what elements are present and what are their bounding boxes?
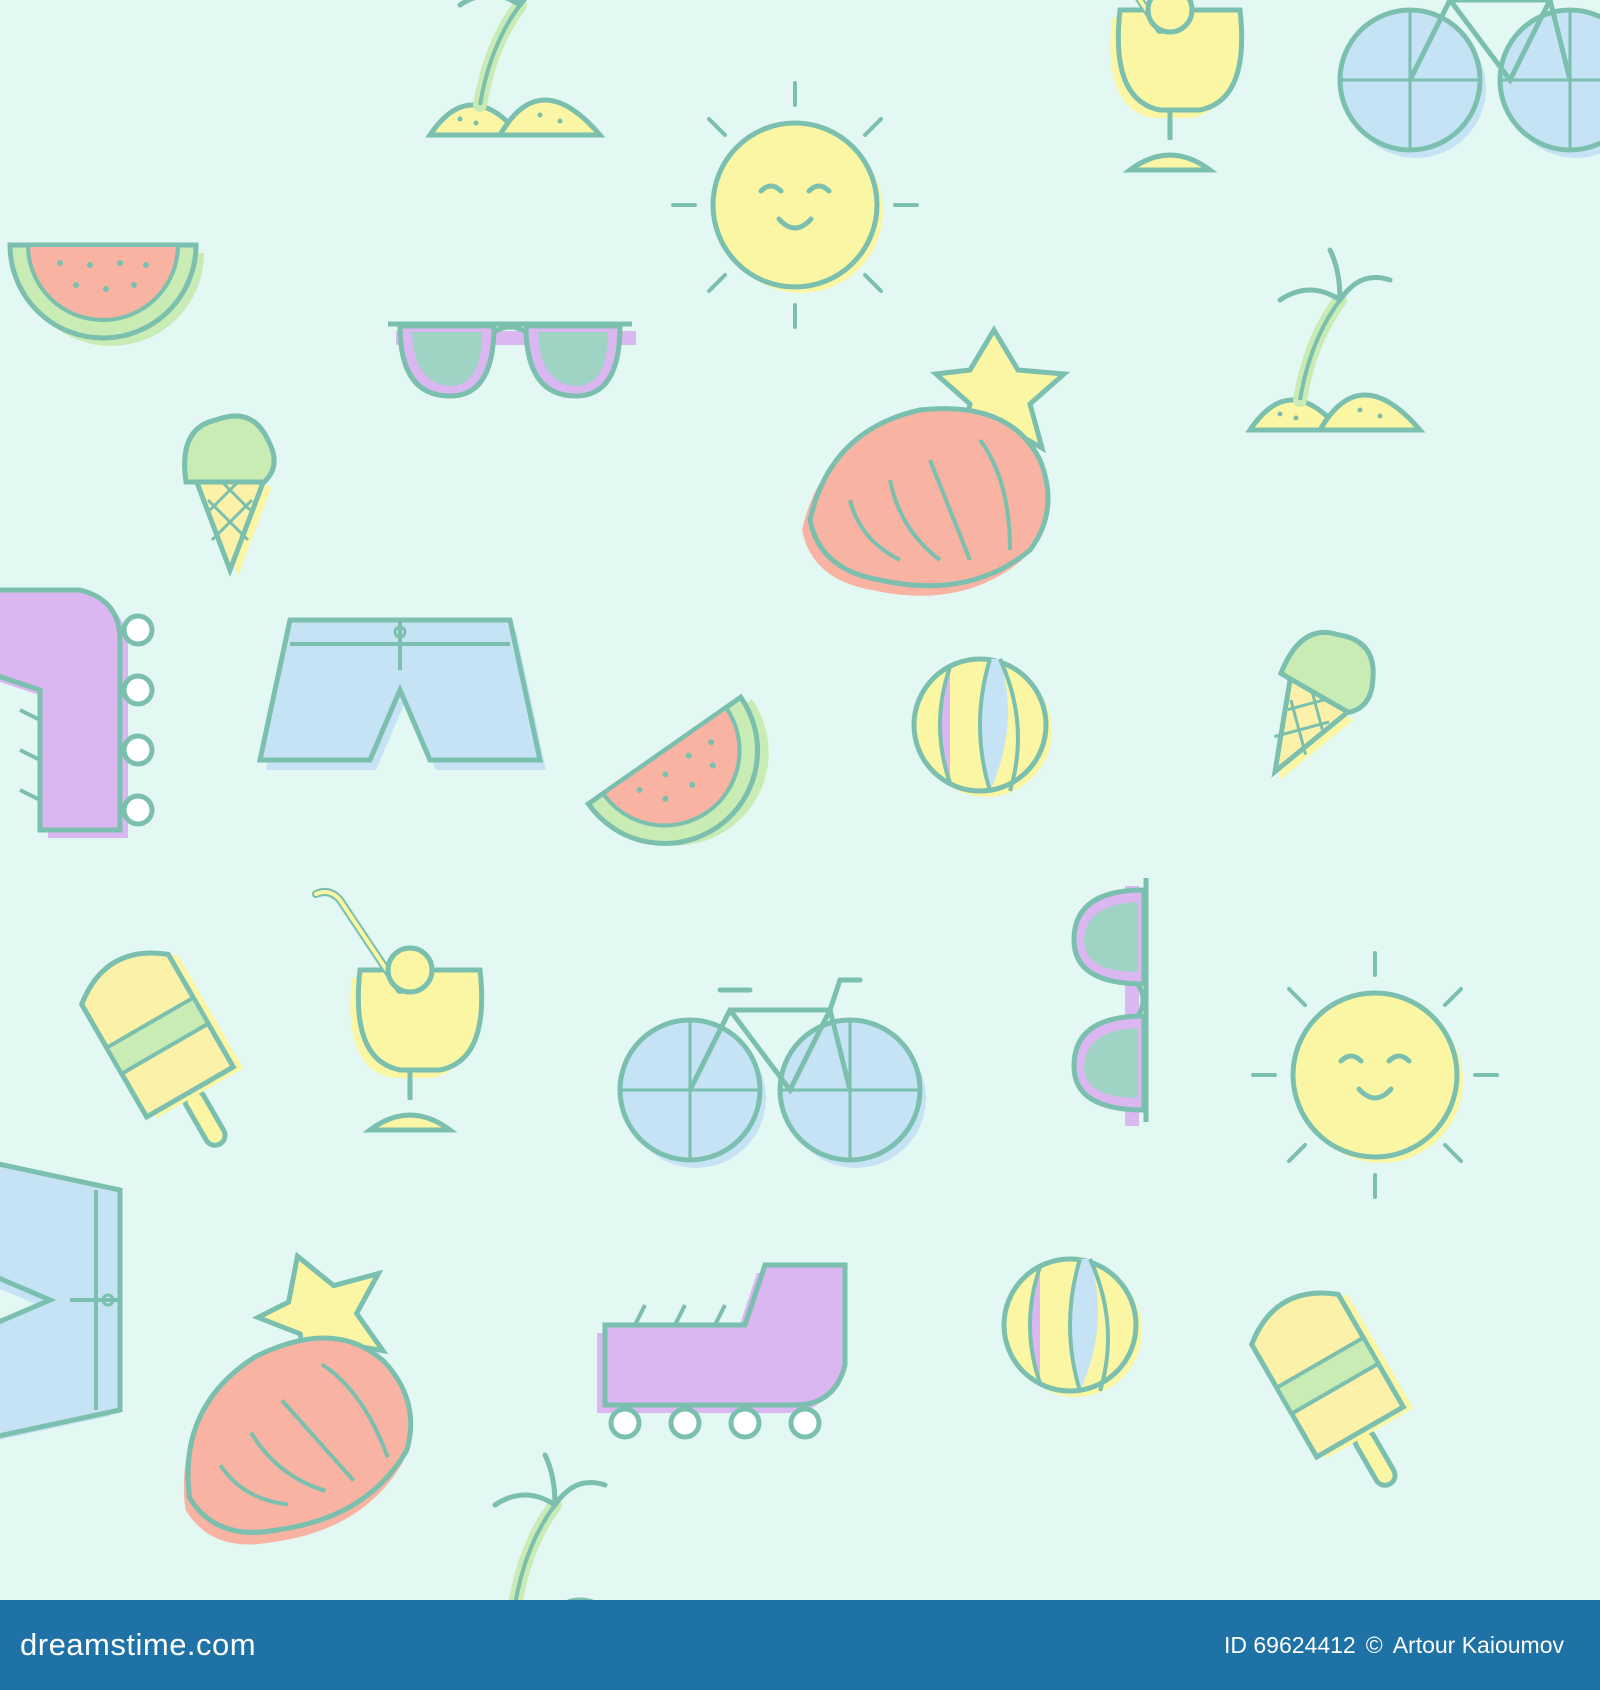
ice-cream-cone-icon: [185, 416, 275, 576]
cocktail-glass-icon: [316, 892, 482, 1130]
sun-icon: [673, 83, 917, 327]
bicycle-icon: [1340, 0, 1600, 158]
roller-skate-icon: [0, 590, 152, 838]
watermark-footer: dreamstime.com ID 69624412 © Artour Kaio…: [0, 1600, 1600, 1690]
ice-cream-cone-icon: [1233, 615, 1391, 798]
stock-image: dreamstime.com ID 69624412 © Artour Kaio…: [0, 0, 1600, 1690]
seashell-icon: [117, 1232, 454, 1571]
shorts-icon: [260, 620, 546, 770]
image-id: ID 69624412: [1224, 1631, 1356, 1658]
cocktail-glass-icon: [1076, 0, 1242, 170]
sunglasses-icon: [388, 324, 636, 396]
palm-island-icon: [465, 1455, 635, 1600]
beach-ball-icon: [914, 659, 1052, 797]
palm-island-icon: [1250, 250, 1420, 430]
seashell-icon: [802, 330, 1064, 596]
sun-icon: [1253, 953, 1497, 1197]
palm-island-icon: [430, 0, 600, 135]
shorts-icon: [0, 1160, 120, 1446]
popsicle-icon: [72, 933, 271, 1169]
sunglasses-icon: [1074, 878, 1146, 1126]
roller-skate-icon: [597, 1265, 845, 1437]
bicycle-icon: [620, 980, 926, 1168]
beach-ball-icon: [1004, 1259, 1142, 1397]
watermelon-icon: [10, 245, 204, 346]
image-credit: ID 69624412 © Artour Kaioumov: [1224, 1632, 1564, 1659]
summer-pattern-illustration: [0, 0, 1600, 1600]
popsicle-icon: [1242, 1273, 1441, 1509]
copyright-symbol: ©: [1365, 1631, 1383, 1658]
author-name: Artour Kaioumov: [1392, 1631, 1564, 1658]
watermelon-icon: [588, 693, 805, 887]
dreamstime-logo: dreamstime.com: [20, 1627, 257, 1662]
